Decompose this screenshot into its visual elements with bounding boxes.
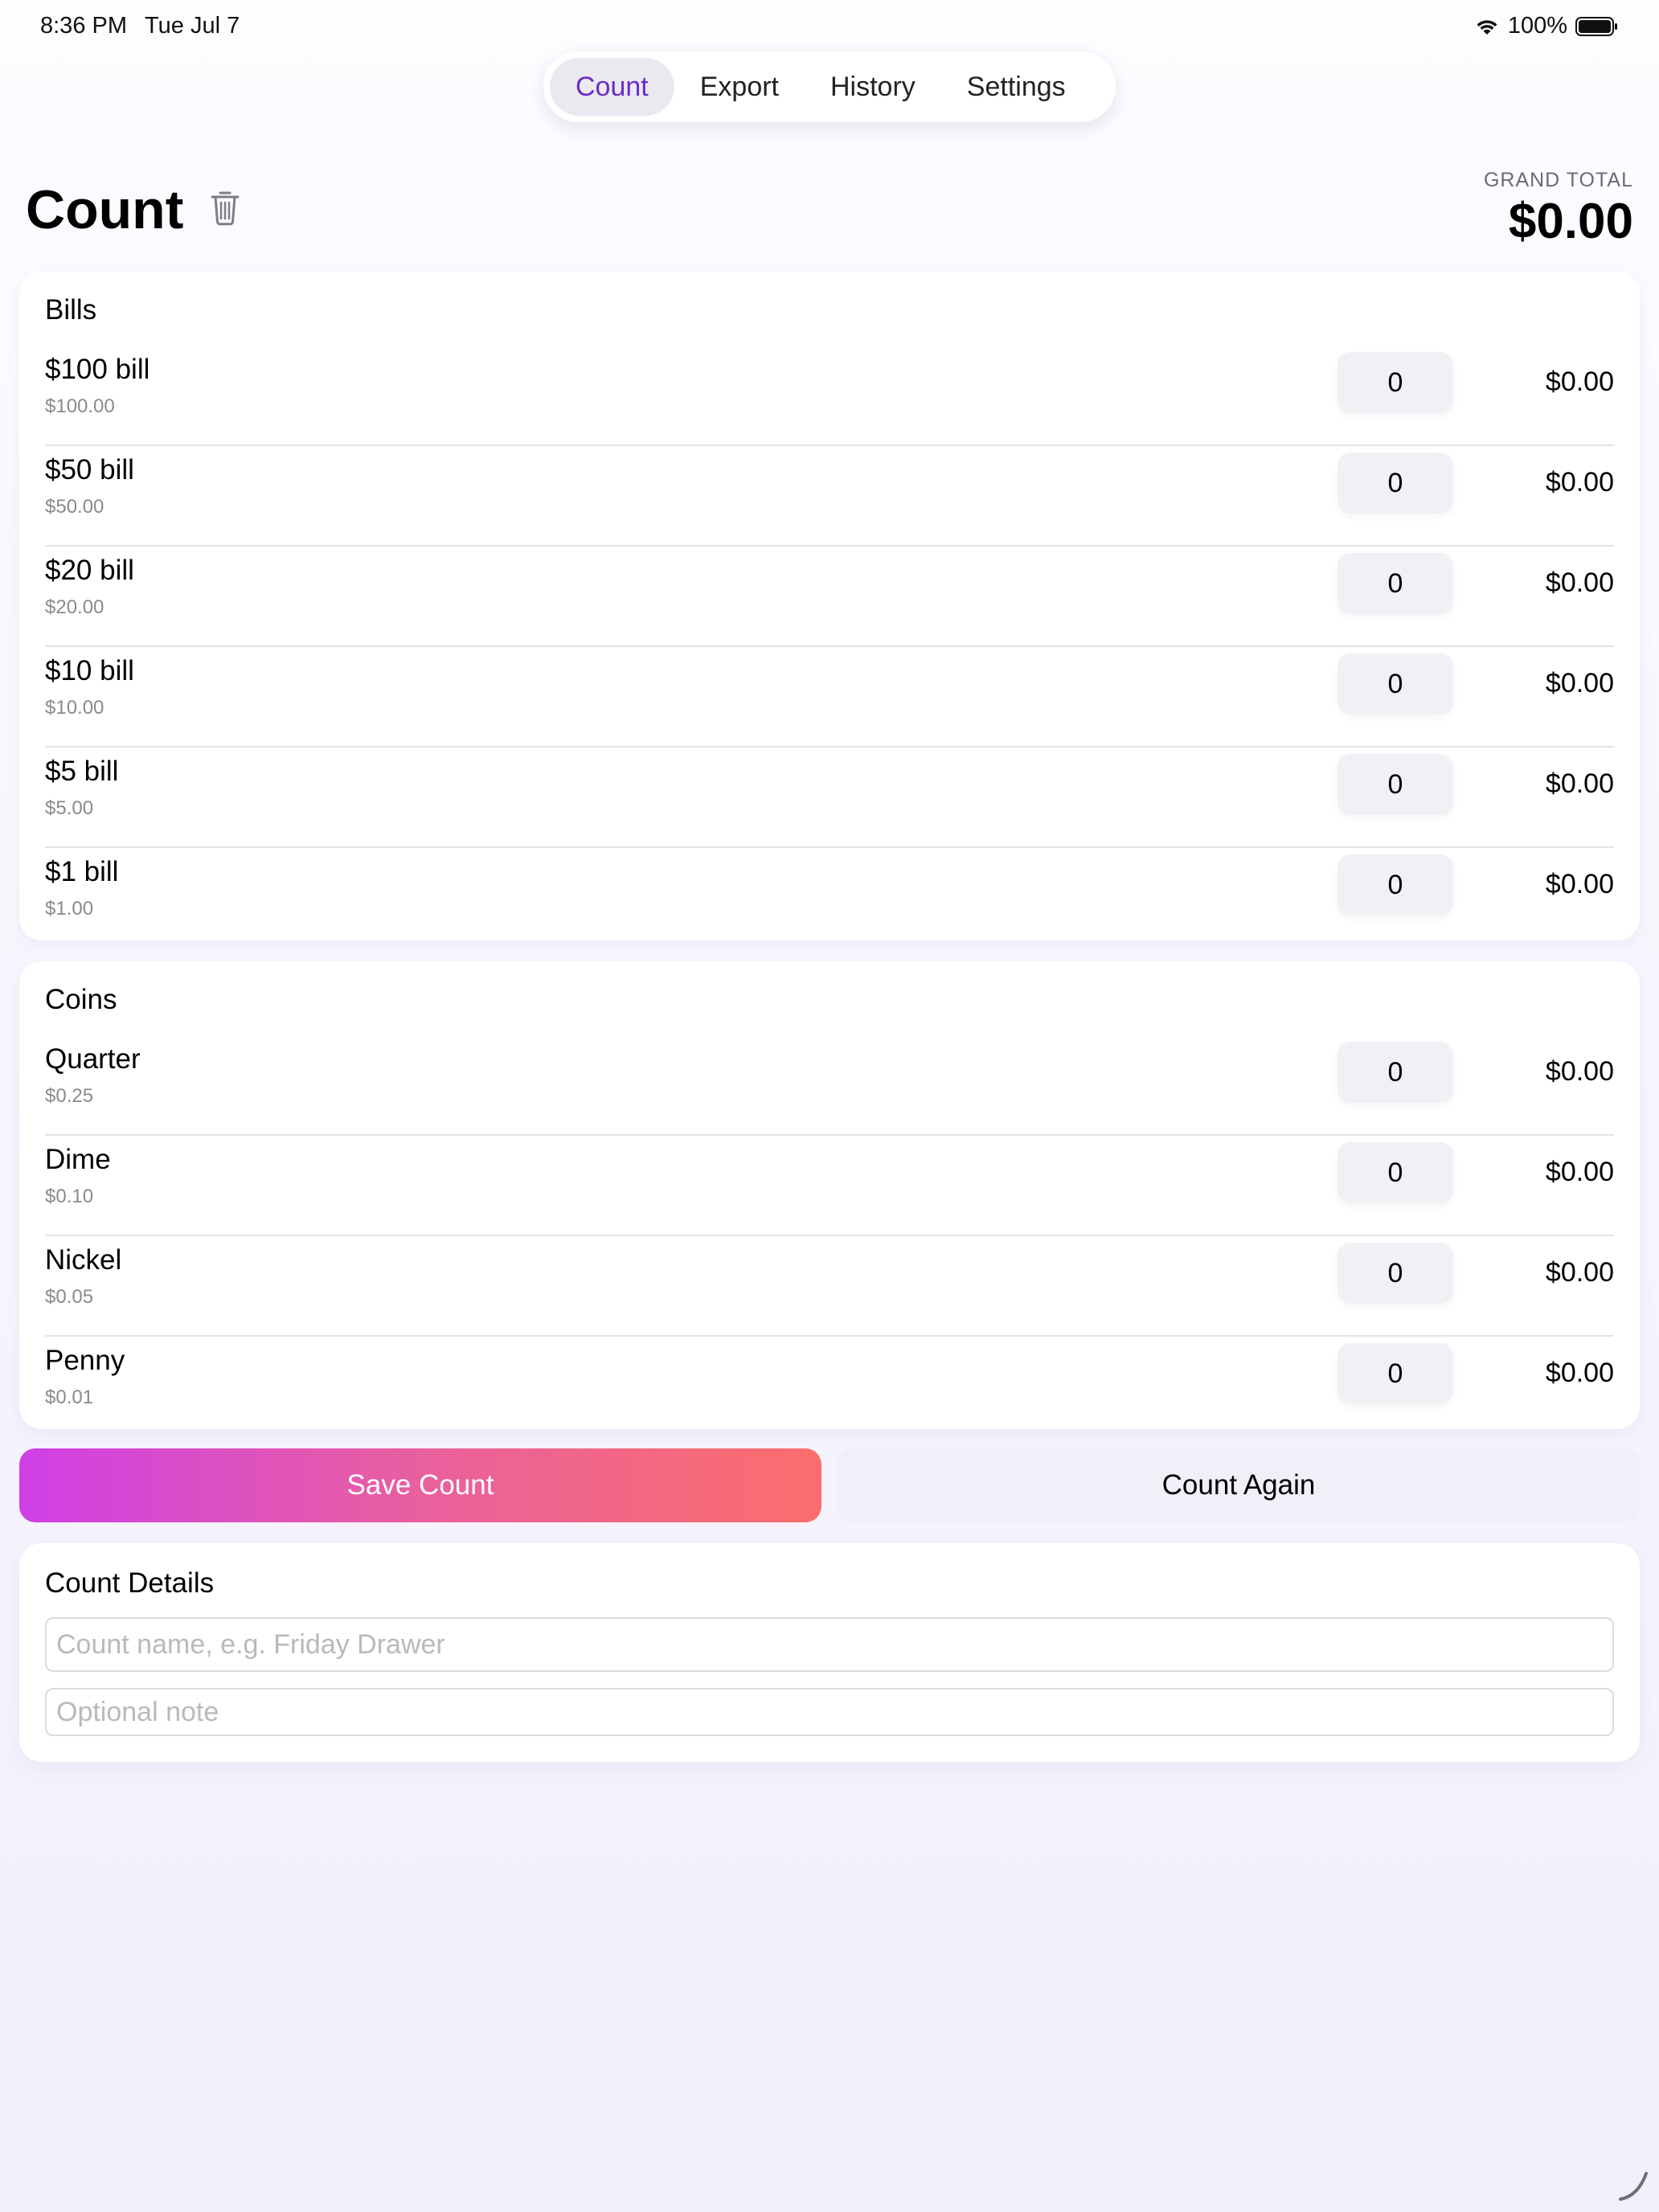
denomination-row: Nickel $0.05 0 $0.00 (45, 1236, 1614, 1337)
denomination-row: $100 bill $100.00 0 $0.00 (45, 346, 1614, 446)
row-total: $0.00 (1545, 567, 1614, 598)
tab-settings[interactable]: Settings (941, 58, 1092, 116)
row-total: $0.00 (1545, 467, 1614, 498)
denomination-row: Penny $0.01 0 $0.00 (45, 1337, 1614, 1437)
row-total: $0.00 (1545, 367, 1614, 397)
quantity-field[interactable]: 0 (1337, 854, 1453, 916)
grand-total-value: $0.00 (1508, 194, 1633, 249)
denomination-value: $10.00 (45, 697, 104, 719)
denomination-value: $20.00 (45, 596, 104, 618)
page-title: Count (26, 179, 184, 240)
count-name-input[interactable] (45, 1617, 1614, 1672)
denomination-value: $5.00 (45, 797, 94, 819)
denomination-name: Dime (45, 1144, 111, 1175)
denomination-row: $5 bill $5.00 0 $0.00 (45, 748, 1614, 848)
row-total: $0.00 (1545, 768, 1614, 799)
denomination-name: $100 bill (45, 354, 150, 385)
status-time: 8:36 PM (40, 13, 127, 39)
save-count-button[interactable]: Save Count (19, 1448, 821, 1522)
denomination-name: $20 bill (45, 555, 134, 586)
denomination-name: $5 bill (45, 756, 119, 787)
denomination-name: $10 bill (45, 655, 134, 686)
row-total: $0.00 (1545, 668, 1614, 698)
count-again-button[interactable]: Count Again (838, 1448, 1640, 1522)
battery-percent: 100% (1507, 13, 1567, 39)
denomination-name: $50 bill (45, 454, 134, 485)
denomination-name: $1 bill (45, 856, 119, 887)
wifi-icon (1474, 17, 1500, 36)
denomination-value: $0.25 (45, 1085, 94, 1107)
denomination-row: $20 bill $20.00 0 $0.00 (45, 547, 1614, 647)
coins-section-title: Coins (45, 984, 117, 1015)
denomination-value: $0.01 (45, 1387, 94, 1408)
row-total: $0.00 (1545, 1257, 1614, 1288)
grand-total-label: GRAND TOTAL (1483, 169, 1633, 191)
quantity-field[interactable]: 0 (1337, 1243, 1453, 1304)
tab-count[interactable]: Count (550, 58, 674, 116)
denomination-row: Dime $0.10 0 $0.00 (45, 1136, 1614, 1236)
count-details-card: Count Details (19, 1543, 1640, 1762)
row-total: $0.00 (1545, 1157, 1614, 1187)
row-total: $0.00 (1545, 1358, 1614, 1388)
status-indicators: 100% (1474, 13, 1619, 39)
denomination-row: $50 bill $50.00 0 $0.00 (45, 446, 1614, 547)
denomination-row: Quarter $0.25 0 $0.00 (45, 1035, 1614, 1136)
denomination-value: $100.00 (45, 395, 115, 417)
note-input[interactable] (45, 1688, 1614, 1736)
tab-export[interactable]: Export (674, 58, 805, 116)
quantity-field[interactable]: 0 (1337, 1142, 1453, 1203)
denomination-value: $50.00 (45, 496, 104, 518)
quantity-field[interactable]: 0 (1337, 352, 1453, 413)
denomination-name: Penny (45, 1345, 125, 1376)
tab-bar: Count Export History Settings (543, 51, 1116, 122)
resize-handle-icon[interactable] (1614, 2167, 1651, 2204)
denomination-value: $1.00 (45, 898, 94, 920)
count-details-title: Count Details (45, 1567, 215, 1599)
quantity-field[interactable]: 0 (1337, 1343, 1453, 1404)
denomination-row: $10 bill $10.00 0 $0.00 (45, 647, 1614, 748)
row-total: $0.00 (1545, 1056, 1614, 1087)
status-bar: 8:36 PM Tue Jul 7 100% (0, 0, 1659, 51)
row-total: $0.00 (1545, 869, 1614, 899)
trash-icon[interactable] (209, 190, 241, 227)
quantity-field[interactable]: 0 (1337, 653, 1453, 715)
quantity-field[interactable]: 0 (1337, 553, 1453, 614)
bills-card: Bills $100 bill $100.00 0 $0.00 $50 bill… (19, 272, 1640, 940)
bills-section-title: Bills (45, 294, 97, 326)
denomination-name: Quarter (45, 1043, 141, 1075)
denomination-name: Nickel (45, 1244, 122, 1276)
denomination-value: $0.10 (45, 1186, 94, 1207)
denomination-value: $0.05 (45, 1286, 94, 1308)
battery-icon (1575, 16, 1619, 37)
coins-card: Coins Quarter $0.25 0 $0.00 Dime $0.10 0… (19, 961, 1640, 1429)
quantity-field[interactable]: 0 (1337, 453, 1453, 514)
denomination-row: $1 bill $1.00 0 $0.00 (45, 848, 1614, 948)
status-date: Tue Jul 7 (145, 13, 240, 39)
tab-history[interactable]: History (805, 58, 941, 116)
quantity-field[interactable]: 0 (1337, 1042, 1453, 1103)
quantity-field[interactable]: 0 (1337, 754, 1453, 815)
